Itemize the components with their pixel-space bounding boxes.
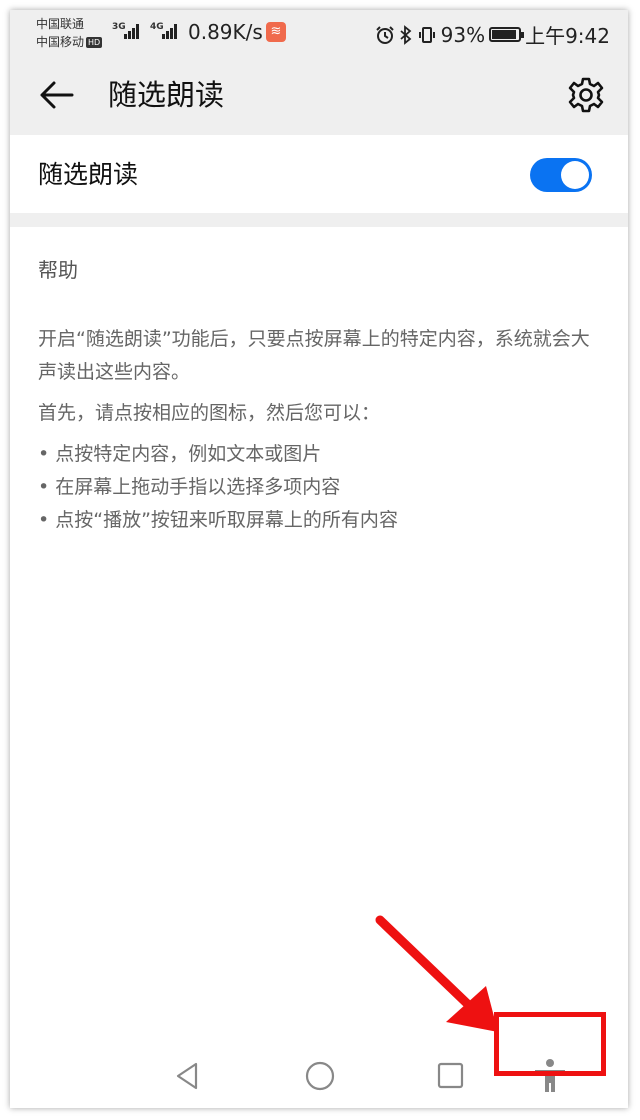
signal-icon (162, 23, 180, 39)
hd-badge: HD (86, 37, 103, 48)
help-paragraph-2: 首先，请点按相应的图标，然后您可以： (38, 402, 381, 424)
network-speed: 0.89K/s (188, 20, 263, 44)
back-arrow-icon (40, 81, 74, 109)
recents-square-icon (437, 1062, 464, 1089)
gear-icon (568, 77, 604, 113)
toggle-label: 随选朗读 (38, 160, 139, 189)
select-to-speak-switch[interactable] (530, 158, 592, 192)
list-item: 在屏幕上拖动手指以选择多项内容 (38, 471, 598, 504)
back-triangle-icon (176, 1062, 198, 1090)
nav-recents-button[interactable] (430, 1056, 470, 1096)
status-bar: 中国联通 中国移动 HD 3G 4G 0.89K/s ≋ 93% 上午9:42 (10, 10, 628, 55)
page-title: 随选朗读 (108, 78, 225, 112)
select-to-speak-row[interactable]: 随选朗读 (10, 135, 628, 213)
section-divider (10, 213, 628, 227)
list-item: 点按特定内容，例如文本或图片 (38, 438, 598, 471)
battery-level (492, 30, 517, 39)
help-heading: 帮助 (38, 258, 78, 282)
carrier-1: 中国联通 (36, 17, 85, 31)
wifi-hotspot-icon: ≋ (266, 22, 286, 42)
battery-percent: 93% (440, 22, 486, 47)
app-bar: 随选朗读 (10, 55, 628, 135)
battery-icon (489, 27, 525, 42)
help-paragraph-1: 开启“随选朗读”功能后，只要点按屏幕上的特定内容，系统就会大声读出这些内容。 (38, 328, 590, 383)
switch-knob (561, 161, 589, 189)
signal-icon (124, 23, 142, 39)
carrier-info: 中国联通 中国移动 HD (36, 15, 103, 51)
clock: 上午9:42 (525, 24, 610, 48)
home-circle-icon (305, 1061, 335, 1091)
red-arrow-annotation (375, 915, 498, 1032)
carrier-2: 中国移动 (36, 35, 85, 49)
help-bullet-list: 点按特定内容，例如文本或图片 在屏幕上拖动手指以选择多项内容 点按“播放”按钮来… (38, 438, 598, 537)
nav-home-button[interactable] (300, 1056, 340, 1096)
bluetooth-icon (400, 24, 412, 45)
settings-button[interactable] (566, 75, 606, 115)
vibrate-icon (418, 26, 435, 43)
phone-screen: 中国联通 中国移动 HD 3G 4G 0.89K/s ≋ 93% 上午9:42 … (10, 10, 628, 1108)
alarm-icon (375, 25, 394, 44)
back-button[interactable] (36, 75, 80, 115)
list-item: 点按“播放”按钮来听取屏幕上的所有内容 (38, 504, 598, 537)
nav-back-button[interactable] (168, 1056, 208, 1096)
highlight-box-annotation (494, 1012, 606, 1076)
